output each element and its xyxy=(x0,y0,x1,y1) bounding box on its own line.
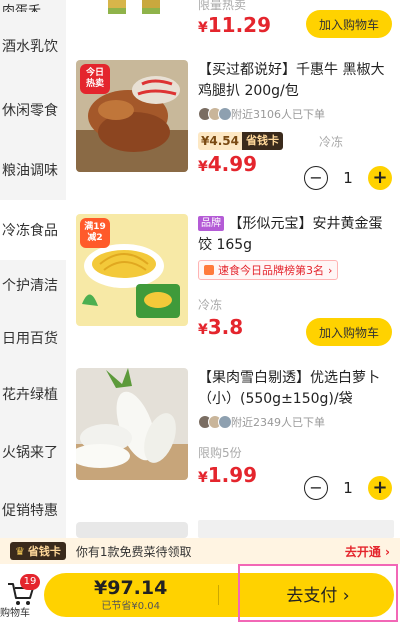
crown-icon: ♛ xyxy=(15,544,25,558)
product-title: 品牌 【形似元宝】安井黄金蛋饺 165g xyxy=(198,216,383,253)
divider xyxy=(218,585,219,605)
product-title: 【买过都说好】千惠牛 黑椒大鸡腿扒 200g/包 xyxy=(198,62,385,99)
sidebar-item-grain-oil[interactable]: 粮油调味 xyxy=(0,140,66,200)
sidebar-item-label: 花卉绿植 xyxy=(2,387,58,403)
storage-label: 冷冻 xyxy=(318,134,343,149)
product-image xyxy=(76,368,188,480)
sidebar-item-plants[interactable]: 花卉绿植 xyxy=(0,366,66,422)
sidebar-item-daily-goods[interactable]: 日用百货 xyxy=(0,310,66,366)
quantity-value: 1 xyxy=(343,479,353,497)
add-to-cart-button[interactable]: 加入购物车 xyxy=(306,318,392,346)
total-amount: ¥97.14 xyxy=(94,577,168,599)
product-card-partial[interactable] xyxy=(66,520,400,538)
buyer-avatars xyxy=(198,415,232,429)
sidebar-item-label: 肉蛋禾 xyxy=(2,4,42,12)
add-to-cart-button[interactable]: 加入购物车 xyxy=(306,10,392,38)
product-card[interactable]: 满19 减2 品牌 【形似元宝】安井黄金蛋饺 165g 速食今日品牌榜第3名 › … xyxy=(66,212,400,360)
sold-count: 附近2349人已下单 xyxy=(198,414,394,430)
product-list: 限量热卖 ¥11.29 加入购物车 今日 热卖 【买过都说好】千惠牛 黑椒大鸡腿… xyxy=(66,0,400,538)
cart-button[interactable]: 19 购物车 xyxy=(0,572,40,619)
sidebar-item-label: 促销特惠 xyxy=(2,503,58,519)
sidebar-item-snacks[interactable]: 休闲零食 xyxy=(0,80,66,140)
cart-label: 购物车 xyxy=(0,608,30,619)
sidebar-item-drinks[interactable]: 酒水乳饮 xyxy=(0,12,66,80)
sidebar-item-label: 冷冻食品 xyxy=(2,223,58,239)
checkout-button[interactable]: 去支付 › xyxy=(238,564,398,622)
product-image xyxy=(76,0,188,16)
brand-badge: 品牌 xyxy=(198,216,224,231)
quantity-stepper: − 1 + xyxy=(304,476,392,500)
buyer-avatars xyxy=(198,107,232,121)
sidebar-item-label: 粮油调味 xyxy=(2,163,58,179)
sidebar-item-label: 日用百货 xyxy=(2,331,58,347)
sidebar-item-personal-care[interactable]: 个护清洁 xyxy=(0,260,66,310)
purchase-limit: 限购5份 xyxy=(198,446,242,460)
quantity-value: 1 xyxy=(343,169,353,187)
product-card[interactable]: 【果肉雪白剔透】优选白萝卜（小）(550g±150g)/袋 附近2349人已下单… xyxy=(66,366,400,512)
savings-card-badge: ♛ 省钱卡 xyxy=(10,542,66,560)
product-card[interactable]: 今日 热卖 【买过都说好】千惠牛 黑椒大鸡腿扒 200g/包 附近3106人已下单… xyxy=(66,58,400,204)
sidebar-item-meat-eggs[interactable]: 肉蛋禾 xyxy=(0,0,66,12)
sidebar-item-frozen[interactable]: 冷冻食品 xyxy=(0,200,66,260)
sidebar-item-label: 个护清洁 xyxy=(2,278,58,294)
ranking-chip[interactable]: 速食今日品牌榜第3名 › xyxy=(198,260,339,280)
membership-promo-bar[interactable]: ♛ 省钱卡 你有1款免费菜待领取 去开通 › xyxy=(0,538,400,564)
promo-message: 你有1款免费菜待领取 xyxy=(75,544,192,559)
checkout-bar: 19 购物车 ¥97.14 已节省¥0.04 去支付 › xyxy=(0,564,400,622)
product-image xyxy=(76,522,188,538)
order-total: ¥97.14 已节省¥0.04 xyxy=(94,577,167,612)
saved-amount: 已节省¥0.04 xyxy=(101,601,160,612)
product-card[interactable]: 限量热卖 ¥11.29 加入购物车 xyxy=(66,0,400,48)
ranking-icon xyxy=(204,265,214,275)
decrease-quantity-button[interactable]: − xyxy=(304,166,328,190)
sidebar-item-label: 酒水乳饮 xyxy=(2,39,58,55)
quantity-stepper: − 1 + xyxy=(304,166,392,190)
discount-badge: 满19 减2 xyxy=(80,218,110,248)
sidebar-item-label: 火锅来了 xyxy=(2,445,58,461)
storage-label: 冷冻 xyxy=(198,298,223,312)
category-sidebar: 肉蛋禾 酒水乳饮 休闲零食 粮油调味 冷冻食品 个护清洁 日用百货 花卉绿植 火… xyxy=(0,0,66,540)
drink-bottles-image xyxy=(108,0,160,14)
sidebar-item-hotpot[interactable]: 火锅来了 xyxy=(0,422,66,482)
increase-quantity-button[interactable]: + xyxy=(368,476,392,500)
product-title: 【果肉雪白剔透】优选白萝卜（小）(550g±150g)/袋 xyxy=(198,370,380,407)
sold-count: 附近3106人已下单 xyxy=(198,106,394,122)
cart-count-badge: 19 xyxy=(20,574,40,590)
white-radish-image xyxy=(76,368,188,480)
activate-link[interactable]: 去开通 › xyxy=(345,543,390,560)
chevron-right-icon: › xyxy=(328,263,333,277)
product-image: 满19 减2 xyxy=(76,214,188,326)
member-price-tag: ¥4.54 省钱卡 xyxy=(198,132,283,150)
product-image: 今日 热卖 xyxy=(76,60,188,172)
hot-sale-badge: 今日 热卖 xyxy=(80,64,110,94)
sidebar-item-promotions[interactable]: 促销特惠 xyxy=(0,482,66,538)
increase-quantity-button[interactable]: + xyxy=(368,166,392,190)
sidebar-item-label: 休闲零食 xyxy=(2,103,58,119)
decrease-quantity-button[interactable]: − xyxy=(304,476,328,500)
